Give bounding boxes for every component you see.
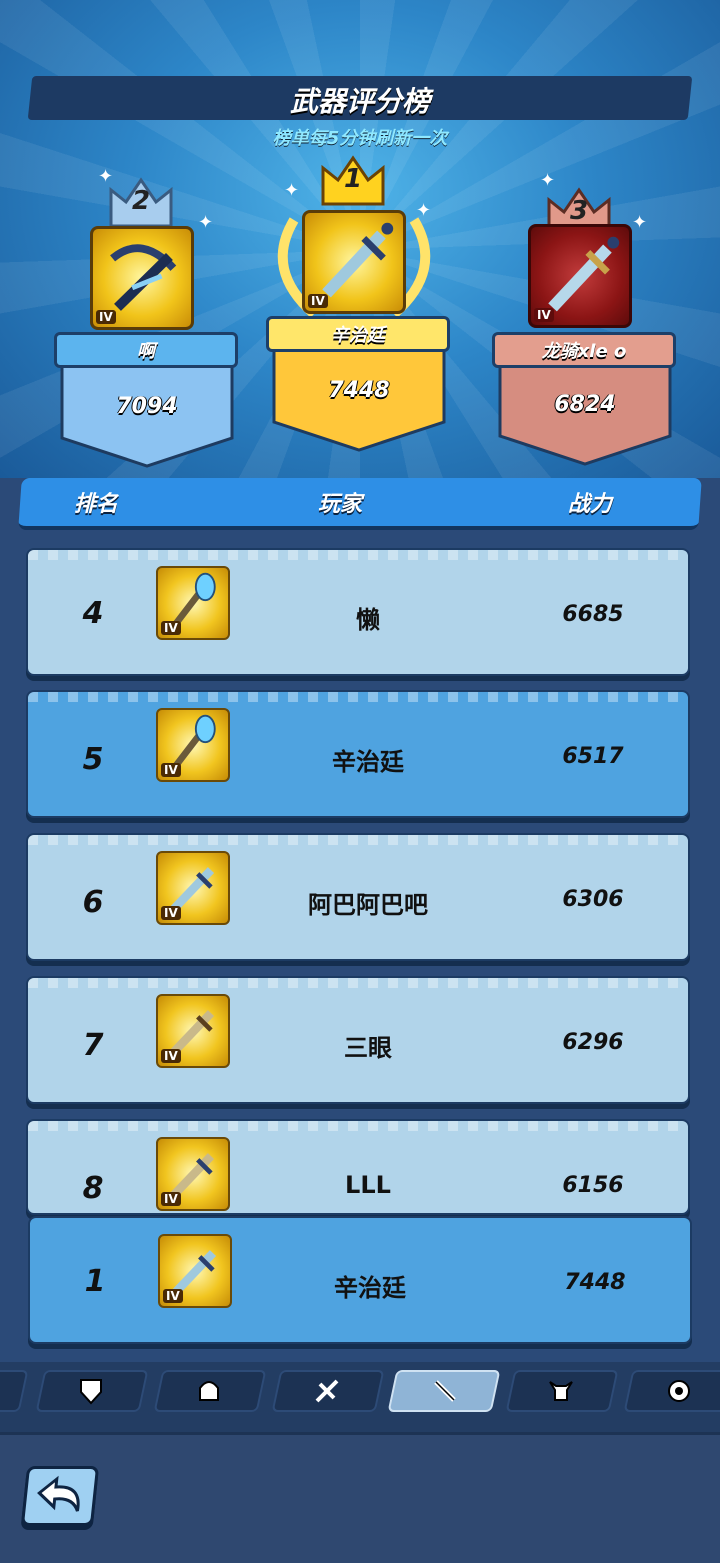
tier-badge: IV (308, 294, 328, 308)
row-rank: 6 (82, 885, 104, 920)
gold-crown-icon: 1 (318, 154, 388, 206)
weapon-slot: IV (156, 708, 230, 782)
podium-score: 6824 (554, 392, 616, 417)
row-rank: 1 (84, 1264, 106, 1299)
weapon-slot: IV (302, 210, 406, 314)
weapon-slot: IV (156, 994, 230, 1068)
weapon-slot: IV (90, 226, 194, 330)
column-power: 战力 (568, 492, 613, 517)
back-button[interactable] (20, 1466, 100, 1526)
row-player-name: 三眼 (344, 1034, 392, 1062)
row-score: 6156 (562, 1173, 624, 1198)
tier-badge: IV (161, 621, 181, 635)
tier-badge: IV (534, 308, 554, 322)
podium-score: 7094 (116, 394, 178, 419)
ring-icon (315, 1379, 339, 1403)
ranking-row[interactable]: 4 IV 懒 6685 (26, 548, 690, 676)
silver-crown-icon: 2 (106, 176, 176, 228)
weapon-slot: IV (156, 1137, 230, 1211)
podium-score: 7448 (328, 378, 390, 403)
row-score: 6296 (562, 1030, 624, 1055)
ranking-row[interactable]: 5 IV 辛治廷 6517 (26, 690, 690, 818)
row-score: 7448 (564, 1270, 626, 1295)
tier-badge: IV (161, 906, 181, 920)
ranking-row[interactable]: 6 IV 阿巴阿巴吧 6306 (26, 833, 690, 961)
podium-player-name: 啊 (54, 332, 238, 368)
ranking-row[interactable]: 8 IV LLL 6156 (26, 1119, 690, 1215)
refresh-note: 榜单每5分钟刷新一次 (272, 128, 448, 149)
row-player-name: 阿巴阿巴吧 (308, 891, 428, 919)
my-ranking-row[interactable]: 1 IV 辛治廷 7448 (28, 1216, 692, 1344)
weapon-slot: IV (158, 1234, 232, 1308)
row-player-name: LLL (345, 1171, 391, 1199)
weapon-slot: IV (528, 224, 632, 328)
row-player-name: 懒 (356, 606, 380, 634)
row-player-name: 辛治廷 (332, 748, 404, 776)
row-rank: 4 (82, 596, 104, 631)
column-player: 玩家 (318, 492, 363, 517)
podium-rank: 3 (569, 196, 589, 226)
sparkle-icon: ✦ (198, 212, 214, 233)
weapon-slot: IV (156, 851, 230, 925)
helmet-icon (199, 1381, 219, 1401)
sparkle-icon: ✦ (284, 180, 300, 201)
column-rank: 排名 (74, 492, 119, 517)
sword-icon (434, 1380, 456, 1402)
row-rank: 8 (82, 1171, 104, 1206)
tier-badge: IV (161, 763, 181, 777)
amulet-icon (668, 1380, 690, 1402)
row-score: 6306 (562, 887, 624, 912)
page-title: 武器评分榜 (289, 85, 430, 118)
podium-rank: 2 (131, 186, 151, 216)
row-score: 6685 (562, 602, 624, 627)
shield-icon (80, 1379, 102, 1405)
row-player-name: 辛治廷 (334, 1274, 406, 1302)
horned-helmet-icon (549, 1381, 573, 1401)
tier-badge: IV (161, 1049, 181, 1063)
bottom-bar (0, 1432, 720, 1563)
podium-player-name: 龙骑xle o (492, 332, 676, 368)
row-rank: 7 (82, 1028, 104, 1063)
sparkle-icon: ✦ (632, 212, 648, 233)
row-score: 6517 (562, 744, 624, 769)
tier-badge: IV (163, 1289, 183, 1303)
weapon-slot: IV (156, 566, 230, 640)
podium-rank: 1 (343, 164, 363, 194)
tier-badge: IV (96, 310, 116, 324)
tier-badge: IV (161, 1192, 181, 1206)
podium-player-name: 辛治廷 (266, 316, 450, 352)
ranking-row[interactable]: 7 IV 三眼 6296 (26, 976, 690, 1104)
row-rank: 5 (82, 742, 104, 777)
back-arrow-icon (37, 1475, 80, 1512)
